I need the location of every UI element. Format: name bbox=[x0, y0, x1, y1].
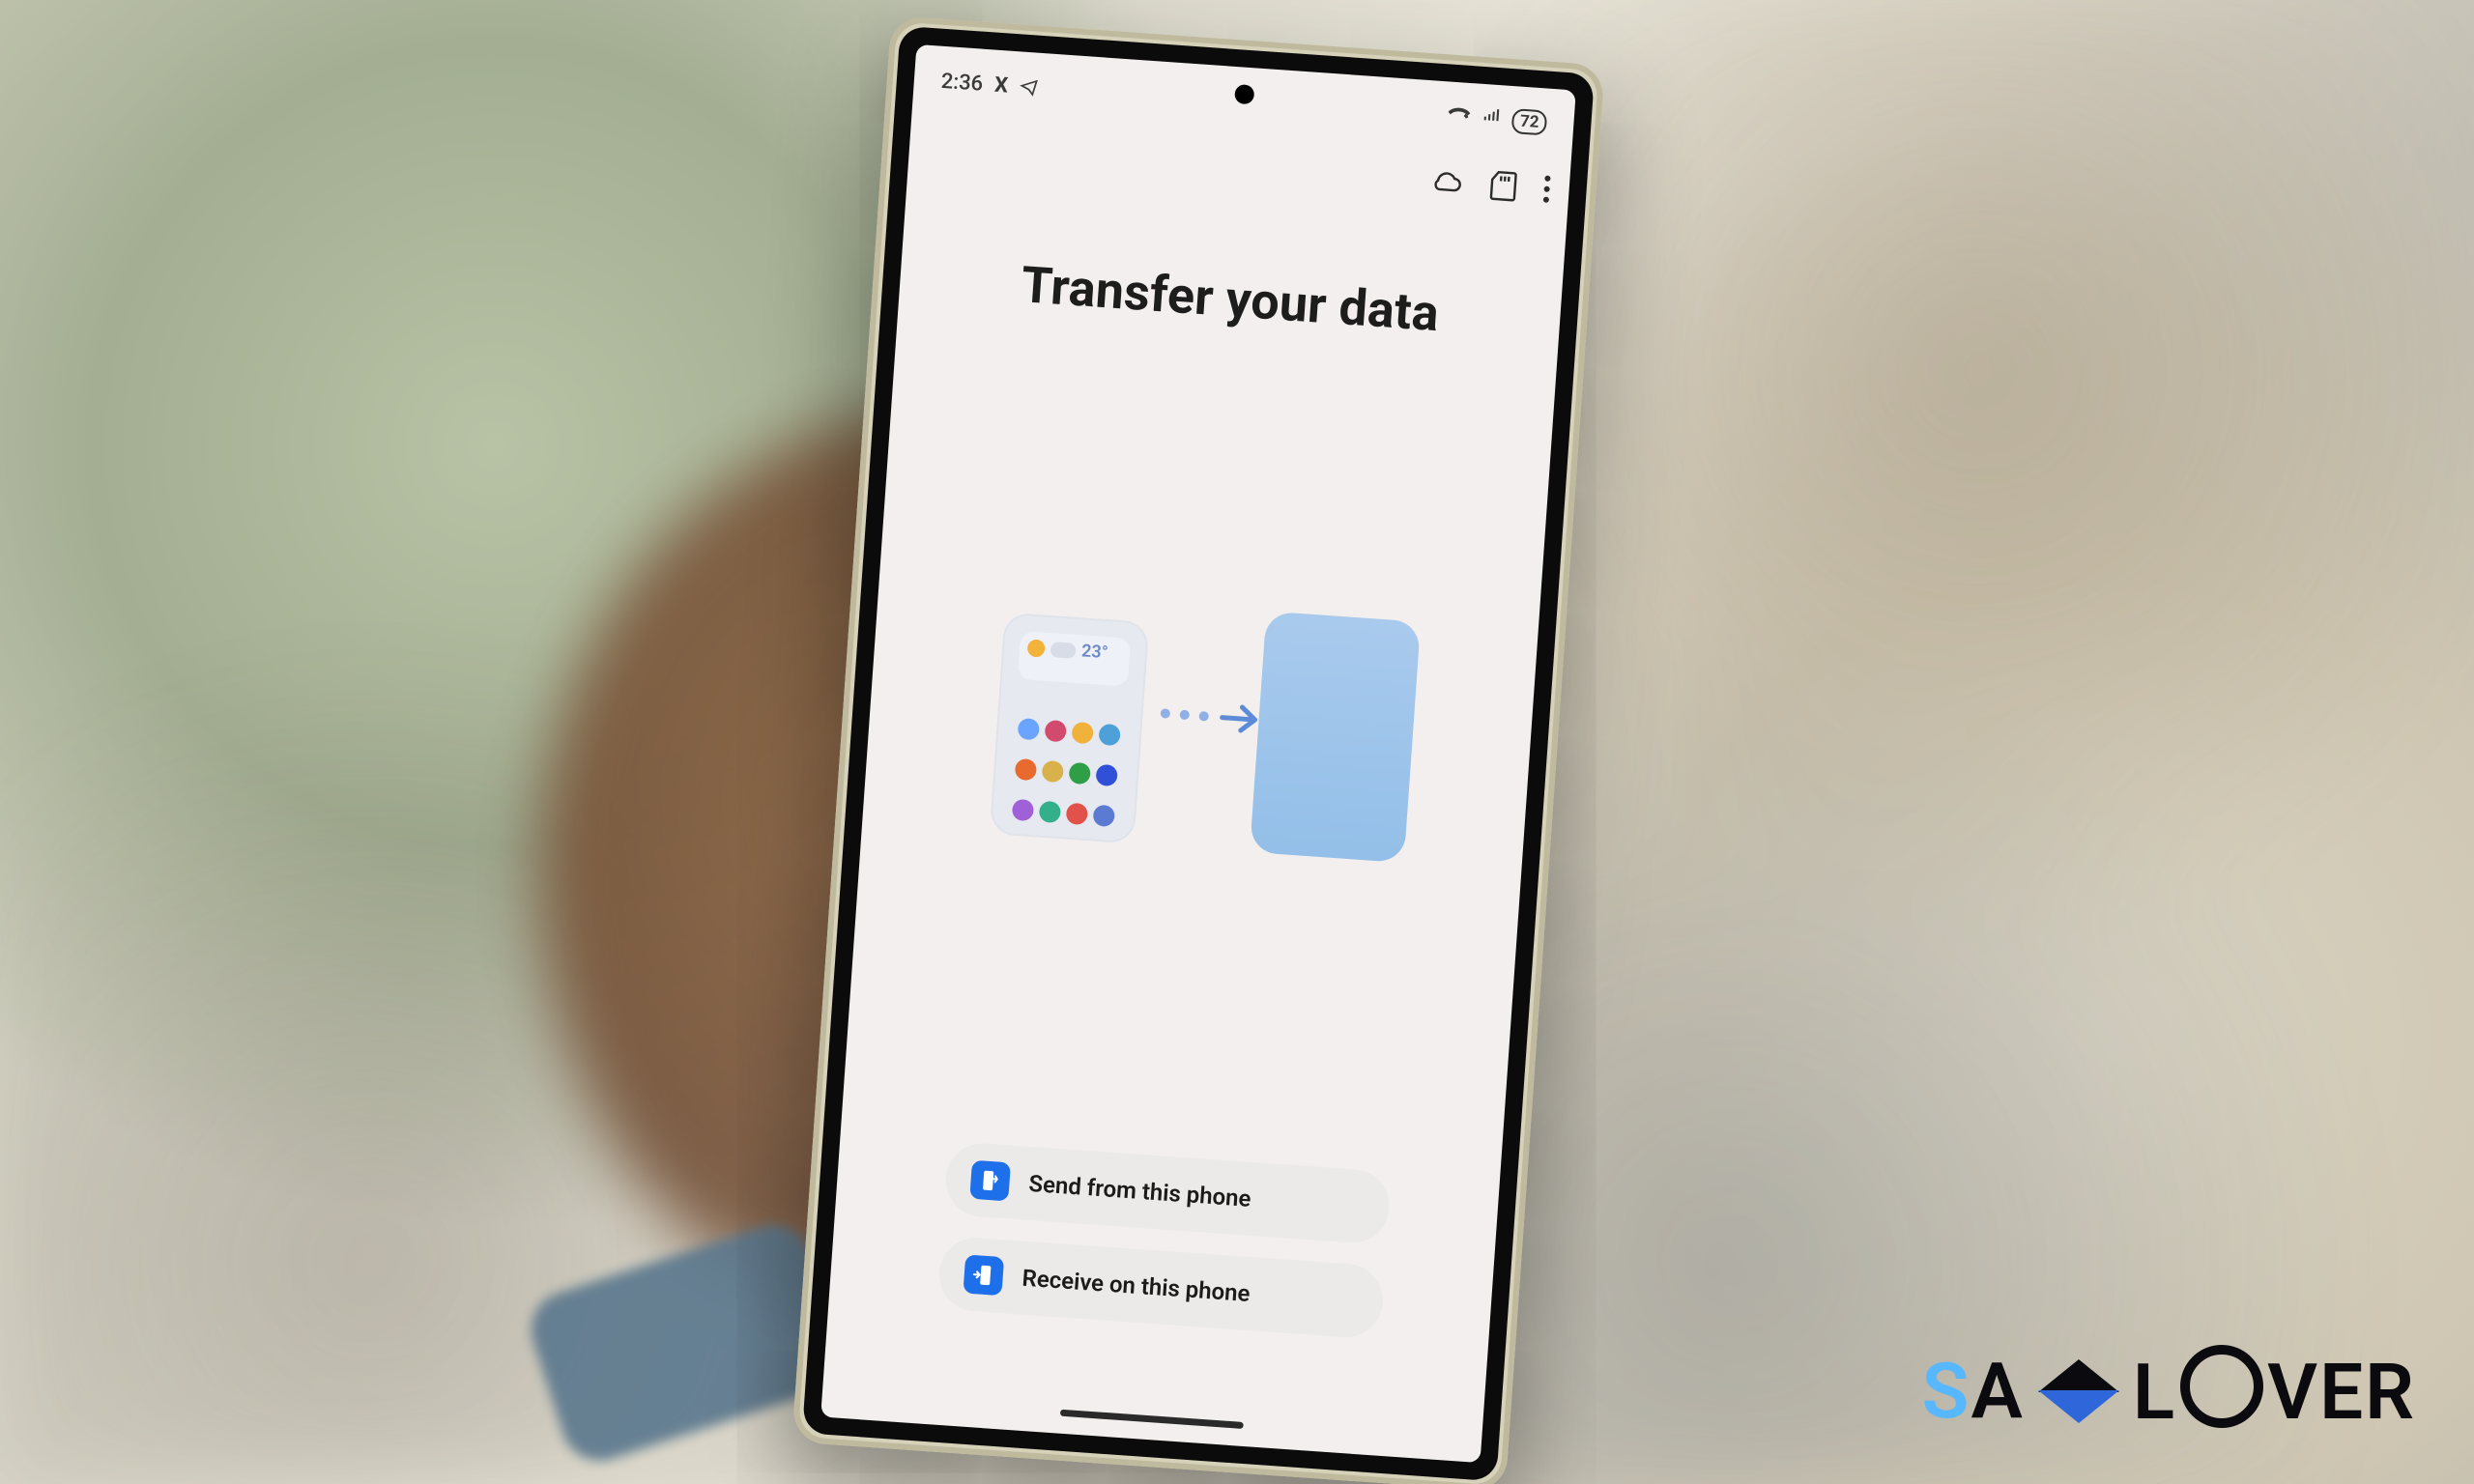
cloud-icon[interactable] bbox=[1429, 167, 1464, 196]
illustration-temperature: 23° bbox=[1080, 641, 1108, 663]
transfer-arrow-icon bbox=[1160, 697, 1264, 736]
receive-on-this-phone-button[interactable]: Receive on this phone bbox=[936, 1236, 1385, 1340]
battery-indicator: 72 bbox=[1511, 108, 1547, 135]
brand-text-lover: LVER bbox=[2133, 1345, 2416, 1438]
telegram-icon bbox=[1019, 76, 1039, 97]
photo-scene: SA LOVER 2:36 X bbox=[0, 0, 2474, 1484]
sd-card-icon[interactable] bbox=[1489, 170, 1518, 203]
illustration-app-dot bbox=[1066, 803, 1088, 825]
signal-icon bbox=[1481, 106, 1504, 132]
illustration-app-dot bbox=[1015, 758, 1037, 781]
app-bar bbox=[1429, 165, 1551, 205]
illustration-app-dot bbox=[1071, 722, 1093, 744]
illustration-app-dot bbox=[1039, 801, 1061, 823]
status-time: 2:36 bbox=[940, 69, 984, 96]
illustration-app-dot bbox=[1042, 760, 1064, 783]
brand-logo-icon bbox=[2038, 1359, 2119, 1423]
illustration-app-dot bbox=[1069, 762, 1091, 785]
brand-text-sa: SA bbox=[1922, 1346, 2025, 1437]
send-icon bbox=[969, 1160, 1011, 1202]
action-buttons: Send from this phone Receive on this pho… bbox=[936, 1141, 1392, 1340]
illustration-app-dot bbox=[1098, 724, 1120, 746]
receive-icon bbox=[963, 1254, 1004, 1296]
illustration-app-dot bbox=[1018, 718, 1040, 740]
illustration-app-dot bbox=[1045, 720, 1067, 742]
send-from-this-phone-button[interactable]: Send from this phone bbox=[943, 1141, 1392, 1245]
illustration-app-dot bbox=[1093, 805, 1115, 827]
send-button-label: Send from this phone bbox=[1028, 1170, 1252, 1213]
phone-bezel: 2:36 X 72 bbox=[802, 26, 1595, 1482]
phone-frame: 2:36 X 72 bbox=[791, 15, 1604, 1484]
more-icon[interactable] bbox=[1543, 176, 1551, 203]
illustration-app-dot bbox=[1012, 799, 1034, 821]
battery-percent: 72 bbox=[1519, 112, 1539, 132]
phone-screen: 2:36 X 72 bbox=[820, 44, 1576, 1463]
receive-button-label: Receive on this phone bbox=[1021, 1265, 1251, 1307]
transfer-illustration: 23° bbox=[979, 592, 1421, 872]
gesture-nav-bar[interactable] bbox=[1060, 1410, 1244, 1429]
page-title: Transfer your data bbox=[899, 246, 1563, 352]
illustration-destination-phone bbox=[1250, 612, 1421, 864]
wifi-calling-icon bbox=[1446, 103, 1473, 130]
x-app-icon: X bbox=[993, 72, 1009, 98]
illustration-source-phone: 23° bbox=[990, 613, 1150, 844]
illustration-app-dot bbox=[1095, 764, 1117, 786]
status-bar: 2:36 X 72 bbox=[912, 56, 1575, 149]
samlover-logo: SA LVER bbox=[1922, 1345, 2416, 1438]
